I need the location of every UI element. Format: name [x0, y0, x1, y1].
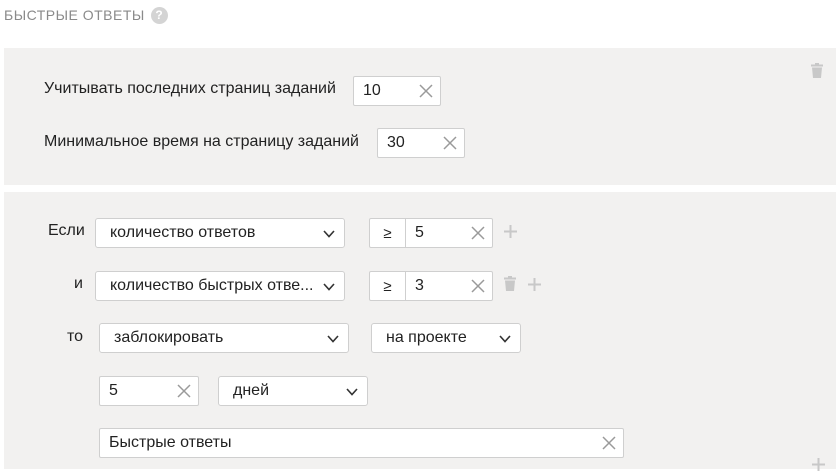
chevron-down-icon — [327, 335, 339, 343]
and-label: и — [74, 275, 83, 292]
min-time-field[interactable] — [377, 128, 465, 158]
action-select[interactable]: заблокировать — [99, 323, 349, 353]
clear-icon[interactable] — [471, 279, 485, 293]
clear-icon[interactable] — [419, 84, 433, 98]
condition-1-value-input[interactable] — [407, 219, 457, 247]
condition-2-compare: ≥ — [369, 271, 493, 301]
rule-panel: Если количество ответов ≥ и количество б… — [4, 192, 836, 471]
clear-icon[interactable] — [602, 436, 616, 450]
clear-icon[interactable] — [443, 136, 457, 150]
comment-field[interactable] — [99, 428, 624, 458]
last-pages-label: Учитывать последних страниц заданий — [44, 80, 336, 97]
operator-select[interactable]: ≥ — [370, 219, 406, 247]
section-header: БЫСТРЫЕ ОТВЕТЫ ? — [4, 5, 168, 25]
comment-input[interactable] — [100, 429, 595, 457]
clear-icon[interactable] — [471, 226, 485, 240]
min-time-input[interactable] — [378, 129, 438, 157]
select-value: количество быстрых отве... — [110, 277, 314, 294]
condition-2-value-input[interactable] — [407, 272, 457, 300]
add-rule-plus-icon[interactable] — [812, 458, 825, 471]
if-label: Если — [48, 222, 85, 239]
select-value: дней — [233, 382, 270, 399]
chevron-down-icon — [499, 335, 511, 343]
duration-unit-select[interactable]: дней — [218, 376, 368, 406]
condition-1-metric-select[interactable]: количество ответов — [95, 218, 345, 248]
add-condition-plus-icon[interactable] — [504, 225, 517, 238]
section-title: БЫСТРЫЕ ОТВЕТЫ — [4, 7, 145, 23]
delete-settings-trash-icon[interactable] — [811, 63, 823, 78]
clear-icon[interactable] — [177, 384, 191, 398]
scope-select[interactable]: на проекте — [371, 323, 521, 353]
select-value: количество ответов — [110, 224, 256, 241]
settings-panel: Учитывать последних страниц заданий Мини… — [4, 48, 836, 185]
min-time-label: Минимальное время на страницу заданий — [44, 133, 359, 150]
last-pages-input[interactable] — [354, 77, 414, 105]
select-value: на проекте — [386, 329, 467, 346]
last-pages-field[interactable] — [353, 76, 441, 106]
duration-input[interactable] — [100, 377, 170, 405]
duration-field[interactable] — [99, 376, 199, 406]
select-value: заблокировать — [114, 329, 224, 346]
help-icon[interactable]: ? — [150, 6, 168, 24]
add-condition-plus-icon[interactable] — [528, 278, 541, 291]
delete-condition-trash-icon[interactable] — [504, 276, 516, 291]
chevron-down-icon — [323, 283, 335, 291]
operator-select[interactable]: ≥ — [370, 272, 406, 300]
chevron-down-icon — [323, 230, 335, 238]
condition-1-compare: ≥ — [369, 218, 493, 248]
then-label: то — [67, 328, 84, 345]
condition-2-metric-select[interactable]: количество быстрых отве... — [95, 271, 345, 301]
chevron-down-icon — [346, 388, 358, 396]
